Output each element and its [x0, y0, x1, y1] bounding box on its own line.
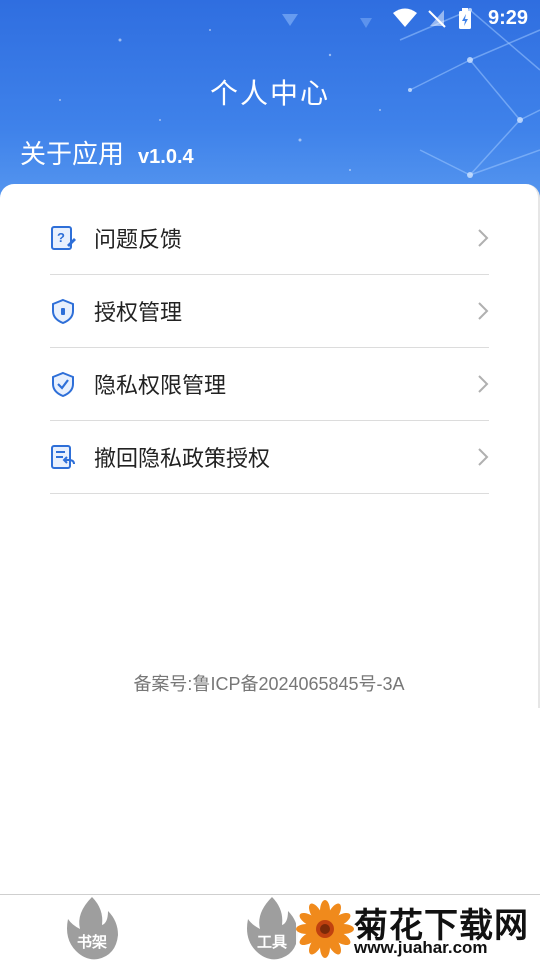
app-version: v1.0.4 [138, 146, 194, 168]
status-bar: 9:29 [0, 0, 540, 36]
page-title: 个人中心 [209, 77, 330, 110]
nav-tab-label: 书架 [76, 933, 107, 951]
svg-text:?: ? [57, 230, 65, 245]
chevron-right-icon [478, 302, 489, 320]
menu-item-feedback[interactable]: ? 问题反馈 [50, 202, 489, 275]
nav-tab-label: 工具 [256, 933, 287, 951]
menu-card: ? 问题反馈 授权管理 隐私权限管理 撤回隐私政策授权 备案号:鲁ICP备202… [0, 184, 540, 708]
feedback-icon: ? [50, 225, 76, 251]
no-signal-icon [428, 8, 446, 32]
wifi-icon [392, 8, 418, 32]
chevron-right-icon [478, 375, 489, 393]
header-banner: 9:29 个人中心 关于应用 v1.0.4 [0, 0, 540, 215]
menu-item-label: 撤回隐私政策授权 [94, 447, 271, 472]
nav-tab-bookshelf[interactable]: 书架 [62, 895, 122, 961]
battery-charging-icon [458, 8, 472, 34]
menu-item-label: 问题反馈 [94, 228, 183, 253]
chevron-right-icon [478, 229, 489, 247]
icp-record-number[interactable]: 备案号:鲁ICP备2024065845号-3A [0, 670, 538, 696]
about-app-row[interactable]: 关于应用 v1.0.4 [20, 134, 194, 171]
flower-logo-icon [296, 900, 354, 958]
menu-item-label: 授权管理 [94, 301, 183, 326]
shield-lock-icon [50, 298, 76, 325]
status-time: 9:29 [487, 7, 528, 29]
revoke-document-icon [50, 444, 76, 470]
menu-item-revoke-privacy[interactable]: 撤回隐私政策授权 [50, 421, 489, 494]
menu-item-authorization[interactable]: 授权管理 [50, 275, 489, 348]
menu-item-privacy-permissions[interactable]: 隐私权限管理 [50, 348, 489, 421]
settings-menu: ? 问题反馈 授权管理 隐私权限管理 撤回隐私政策授权 [50, 202, 489, 494]
shield-check-icon [50, 371, 76, 398]
chevron-right-icon [478, 448, 489, 466]
about-app-label: 关于应用 [20, 140, 125, 170]
site-watermark: 菊花下载网 www.juahar.com [296, 896, 540, 960]
menu-item-label: 隐私权限管理 [94, 374, 227, 399]
nav-tab-tools[interactable]: 工具 [242, 895, 302, 961]
watermark-url: www.juahar.com [354, 938, 488, 957]
